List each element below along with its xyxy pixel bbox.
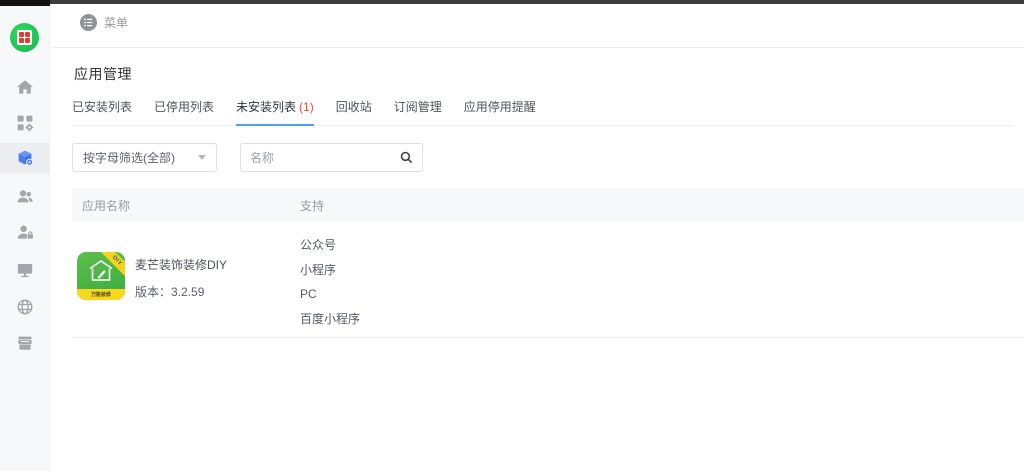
apps-icon bbox=[15, 113, 35, 133]
menu-label: 菜单 bbox=[104, 14, 128, 31]
support-item: 小程序 bbox=[300, 258, 1024, 283]
support-cell: 公众号 小程序 PC 百度小程序 bbox=[300, 222, 1024, 337]
support-item: 百度小程序 bbox=[300, 307, 1024, 332]
app-module-cube-icon bbox=[15, 148, 35, 168]
sidebar-item-desktop[interactable] bbox=[0, 255, 50, 285]
sidebar bbox=[0, 0, 50, 471]
tab-uninstalled-list[interactable]: 未安装列表(1) bbox=[236, 94, 314, 126]
tab-recycle-bin[interactable]: 回收站 bbox=[336, 94, 372, 125]
sidebar-item-website[interactable] bbox=[0, 292, 50, 322]
letter-filter-value: 按字母筛选(全部) bbox=[83, 149, 198, 166]
browser-top-strip-dark bbox=[0, 0, 50, 6]
support-item: PC bbox=[300, 282, 1024, 307]
sidebar-item-permissions[interactable] bbox=[0, 217, 50, 247]
tab-uninstalled-count: (1) bbox=[299, 100, 314, 114]
chevron-down-icon bbox=[198, 155, 206, 160]
sidebar-item-users[interactable] bbox=[0, 181, 50, 211]
tab-app-disable-reminder[interactable]: 应用停用提醒 bbox=[464, 94, 536, 125]
search-box bbox=[240, 143, 423, 172]
column-header-support: 支持 bbox=[300, 197, 1024, 214]
house-brush-icon bbox=[88, 259, 114, 283]
browser-top-strip bbox=[0, 0, 1024, 4]
brand-logo-seal-icon bbox=[17, 30, 32, 45]
app-icon-banner: 万能装修 bbox=[77, 289, 125, 300]
tab-disabled-list[interactable]: 已停用列表 bbox=[154, 94, 214, 125]
table-row[interactable]: DIY 万能装修 麦芒装饰装修DIY 版本：3.2.59 公众号 小程序 PC … bbox=[72, 222, 1024, 338]
page-header: 菜单 bbox=[51, 4, 1024, 48]
store-icon bbox=[15, 333, 35, 353]
menu-button[interactable]: 菜单 bbox=[80, 14, 128, 31]
column-header-app-name: 应用名称 bbox=[72, 197, 300, 214]
tab-installed-list[interactable]: 已安装列表 bbox=[72, 94, 132, 125]
tab-subscription-management[interactable]: 订阅管理 bbox=[394, 94, 442, 125]
sidebar-item-applications-active[interactable] bbox=[0, 143, 50, 173]
search-button[interactable] bbox=[400, 151, 413, 164]
app-name: 麦芒装饰装修DIY bbox=[135, 256, 227, 273]
page-title: 应用管理 bbox=[74, 64, 132, 84]
home-icon bbox=[15, 77, 35, 97]
tab-bar: 已安装列表 已停用列表 未安装列表(1) 回收站 订阅管理 应用停用提醒 bbox=[72, 94, 1012, 126]
sidebar-item-home[interactable] bbox=[0, 72, 50, 102]
menu-list-icon bbox=[80, 14, 97, 31]
app-icon: DIY 万能装修 bbox=[77, 252, 125, 300]
app-management-screen: 菜单 应用管理 已安装列表 已停用列表 未安装列表(1) 回收站 订阅管理 应用… bbox=[0, 0, 1024, 471]
globe-icon bbox=[15, 297, 35, 317]
table-header: 应用名称 支持 bbox=[72, 188, 1024, 222]
support-item: 公众号 bbox=[300, 233, 1024, 258]
letter-filter-select[interactable]: 按字母筛选(全部) bbox=[72, 143, 217, 172]
search-input[interactable] bbox=[250, 151, 400, 165]
user-permission-icon bbox=[15, 222, 35, 242]
tab-uninstalled-label: 未安装列表 bbox=[236, 100, 296, 114]
search-icon bbox=[400, 151, 413, 164]
users-icon bbox=[15, 186, 35, 206]
monitor-icon bbox=[15, 260, 35, 280]
brand-logo[interactable] bbox=[10, 23, 39, 52]
sidebar-item-store[interactable] bbox=[0, 328, 50, 358]
app-version: 版本：3.2.59 bbox=[135, 283, 204, 300]
sidebar-item-apps[interactable] bbox=[0, 108, 50, 138]
app-cell: DIY 万能装修 麦芒装饰装修DIY 版本：3.2.59 bbox=[72, 222, 300, 337]
